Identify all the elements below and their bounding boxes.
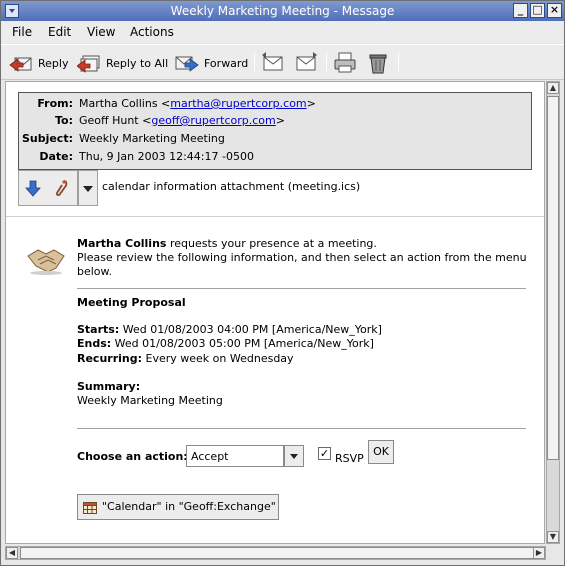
ends-row: Ends: Wed 01/08/2003 05:00 PM [America/N… (77, 337, 374, 351)
horizontal-scroll-thumb[interactable] (20, 547, 534, 559)
next-message-button[interactable] (294, 51, 323, 75)
forward-button[interactable]: Forward (175, 51, 248, 75)
scroll-up-button[interactable]: ▲ (547, 82, 559, 94)
reply-button[interactable]: Reply (9, 51, 68, 75)
reply-label: Reply (38, 56, 69, 70)
subject-label: Subject: (21, 132, 73, 145)
toolbar-separator (398, 53, 399, 71)
invite-instructions-1: Please review the following information,… (77, 251, 527, 264)
print-button[interactable] (333, 51, 362, 75)
toolbar-separator (254, 53, 255, 71)
reply-icon (9, 57, 32, 72)
summary-label: Summary: (77, 380, 141, 393)
reply-all-label: Reply to All (106, 56, 169, 70)
close-button[interactable]: × (547, 3, 562, 18)
attachment-name: calendar information attachment (meeting… (102, 180, 361, 193)
proposal-heading: Meeting Proposal (77, 296, 186, 309)
menu-file[interactable]: File (12, 25, 32, 39)
menu-actions[interactable]: Actions (130, 25, 174, 39)
trash-icon (369, 54, 387, 74)
envelope-previous-icon (262, 52, 283, 71)
subject-value: Weekly Marketing Meeting (79, 132, 225, 145)
attachment-bar: calendar information attachment (meeting… (18, 170, 538, 206)
reply-all-button[interactable]: Reply to All (77, 51, 168, 75)
menu-edit[interactable]: Edit (48, 25, 71, 39)
horizontal-scrollbar[interactable]: ◀ ▶ (5, 546, 546, 560)
window-title: Weekly Marketing Meeting - Message (170, 4, 395, 18)
menu-view[interactable]: View (87, 25, 115, 39)
starts-row: Starts: Wed 01/08/2003 04:00 PM [America… (77, 323, 382, 337)
calendar-select-button[interactable]: "Calendar" in "Geoff:Exchange" (77, 494, 279, 520)
starts-value: Wed 01/08/2003 04:00 PM [America/New_Yor… (119, 323, 382, 336)
rsvp-label: RSVP (335, 452, 364, 465)
action-select[interactable]: Accept (186, 445, 284, 467)
calendar-select-label: "Calendar" in "Geoff:Exchange" (102, 500, 276, 513)
forward-label: Forward (204, 56, 249, 70)
recurring-value: Every week on Wednesday (142, 352, 294, 365)
from-close: > (306, 97, 316, 110)
maximize-button[interactable]: □ (530, 3, 545, 18)
printer-icon (334, 52, 356, 73)
attachment-button[interactable] (18, 170, 78, 206)
action-dropdown-button[interactable] (284, 445, 304, 467)
scroll-left-button[interactable]: ◀ (6, 547, 18, 559)
organizer-name: Martha Collins (77, 237, 167, 250)
to-name: Geoff Hunt < (79, 114, 152, 127)
vertical-scrollbar[interactable]: ▲ ▼ (546, 81, 560, 544)
reply-all-icon (77, 55, 100, 73)
menu-bar: File Edit View Actions (1, 21, 564, 43)
from-name: Martha Collins < (79, 97, 171, 110)
chevron-down-icon (83, 186, 93, 192)
invite-request: requests your presence at a meeting. (166, 237, 377, 250)
from-label: From: (37, 97, 73, 110)
date-value: Thu, 9 Jan 2003 12:44:17 -0500 (79, 150, 254, 163)
down-arrow-icon (25, 180, 41, 197)
to-close: > (275, 114, 285, 127)
previous-message-button[interactable] (261, 51, 290, 75)
ends-value: Wed 01/08/2003 05:00 PM [America/New_Yor… (111, 337, 374, 350)
paperclip-icon (55, 180, 68, 196)
meeting-invitation: Martha Collins requests your presence at… (6, 222, 544, 542)
invite-intro: Martha Collins requests your presence at… (77, 237, 377, 251)
ok-button[interactable]: OK (368, 440, 394, 464)
calendar-icon (83, 502, 97, 514)
separator-line (77, 288, 526, 289)
rsvp-checkbox[interactable]: ✓ (318, 447, 331, 460)
vertical-scroll-thumb[interactable] (547, 96, 559, 460)
summary-value: Weekly Marketing Meeting (77, 394, 223, 407)
message-headers: From: Martha Collins <martha@rupertcorp.… (18, 92, 532, 170)
message-view[interactable]: From: Martha Collins <martha@rupertcorp.… (5, 81, 545, 544)
scroll-down-button[interactable]: ▼ (547, 531, 559, 543)
recurring-row: Recurring: Every week on Wednesday (77, 352, 294, 366)
handshake-icon (27, 249, 65, 275)
choose-action-label: Choose an action: (77, 450, 188, 463)
to-label: To: (55, 114, 73, 127)
message-window: Weekly Marketing Meeting - Message _ □ ×… (0, 0, 565, 566)
to-value: Geoff Hunt <geoff@rupertcorp.com> (79, 114, 285, 127)
date-label: Date: (39, 150, 73, 163)
envelope-next-icon (296, 52, 317, 71)
separator-line (77, 428, 526, 429)
action-selected-value: Accept (191, 450, 229, 463)
scroll-right-button[interactable]: ▶ (533, 547, 545, 559)
invite-instructions-2: below. (77, 265, 113, 278)
starts-label: Starts: (77, 323, 120, 336)
to-email-link[interactable]: geoff@rupertcorp.com (151, 114, 275, 127)
from-value: Martha Collins <martha@rupertcorp.com> (79, 97, 316, 110)
from-email-link[interactable]: martha@rupertcorp.com (170, 97, 306, 110)
minimize-button[interactable]: _ (513, 3, 528, 18)
ends-label: Ends: (77, 337, 112, 350)
toolbar-separator (326, 53, 327, 71)
title-bar[interactable]: Weekly Marketing Meeting - Message _ □ × (1, 1, 564, 21)
header-divider (6, 216, 544, 217)
toolbar: Reply Reply to All Forward (1, 44, 564, 80)
recurring-label: Recurring: (77, 352, 143, 365)
delete-button[interactable] (366, 51, 395, 75)
attachment-menu-button[interactable] (78, 170, 98, 206)
forward-icon (175, 56, 199, 72)
